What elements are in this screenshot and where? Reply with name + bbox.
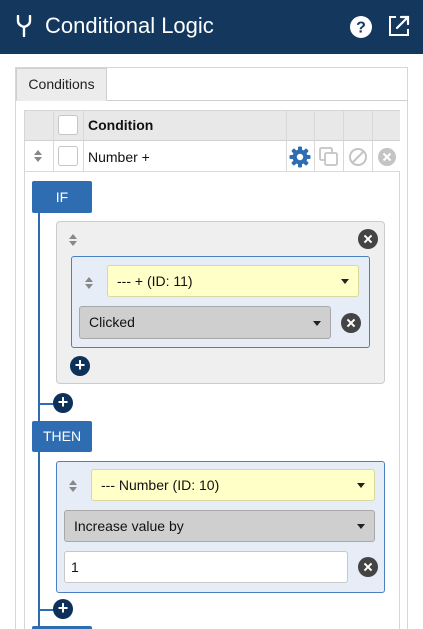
action-type-value: Increase value by (74, 518, 184, 534)
action-field-value: --- Number (ID: 10) (101, 477, 220, 493)
condition-operator-select[interactable]: Clicked (79, 306, 331, 339)
column-divider (83, 141, 84, 172)
add-condition-icon[interactable]: + (70, 356, 90, 376)
action-value-text: 1 (71, 559, 79, 575)
row-checkbox[interactable] (58, 146, 78, 166)
condition-operator-value: Clicked (89, 314, 135, 330)
settings-icon[interactable] (289, 146, 311, 168)
disable-icon[interactable] (348, 147, 368, 167)
drag-handle-icon[interactable] (33, 149, 43, 163)
drag-handle-icon[interactable] (84, 276, 94, 290)
column-divider (286, 141, 287, 172)
select-all-checkbox[interactable] (58, 115, 78, 135)
copy-icon[interactable] (319, 147, 339, 167)
drag-handle-icon[interactable] (68, 479, 78, 493)
svg-text:?: ? (356, 20, 366, 37)
condition-field-select[interactable]: --- + (ID: 11) (107, 265, 359, 297)
chevron-down-icon (357, 524, 365, 529)
condition-field-value: --- + (ID: 11) (117, 273, 193, 289)
if-label: IF (32, 181, 92, 213)
condition-name[interactable]: Number + (88, 148, 150, 166)
remove-action-icon[interactable] (358, 557, 378, 577)
chevron-down-icon (357, 483, 365, 488)
action-type-select[interactable]: Increase value by (64, 510, 375, 542)
add-action-icon[interactable]: + (53, 599, 73, 619)
tab-conditions[interactable]: Conditions (16, 68, 107, 101)
action-value-input[interactable]: 1 (64, 551, 348, 583)
column-divider (53, 141, 54, 172)
column-divider (372, 141, 373, 172)
column-header-condition: Condition (88, 117, 154, 133)
drag-handle-icon[interactable] (68, 233, 78, 247)
chevron-down-icon (341, 279, 349, 284)
help-icon[interactable]: ? (349, 15, 373, 39)
add-group-icon[interactable]: + (53, 393, 73, 413)
column-divider (343, 141, 344, 172)
then-label: THEN (32, 421, 92, 452)
branch-fork-icon (16, 15, 32, 37)
remove-group-icon[interactable] (358, 229, 378, 249)
chevron-down-icon (313, 321, 321, 326)
action-field-select[interactable]: --- Number (ID: 10) (91, 469, 375, 501)
page-title: Conditional Logic (45, 13, 214, 38)
delete-icon[interactable] (377, 147, 397, 167)
column-divider (314, 141, 315, 172)
remove-condition-icon[interactable] (341, 313, 361, 333)
expand-icon[interactable] (387, 14, 411, 38)
